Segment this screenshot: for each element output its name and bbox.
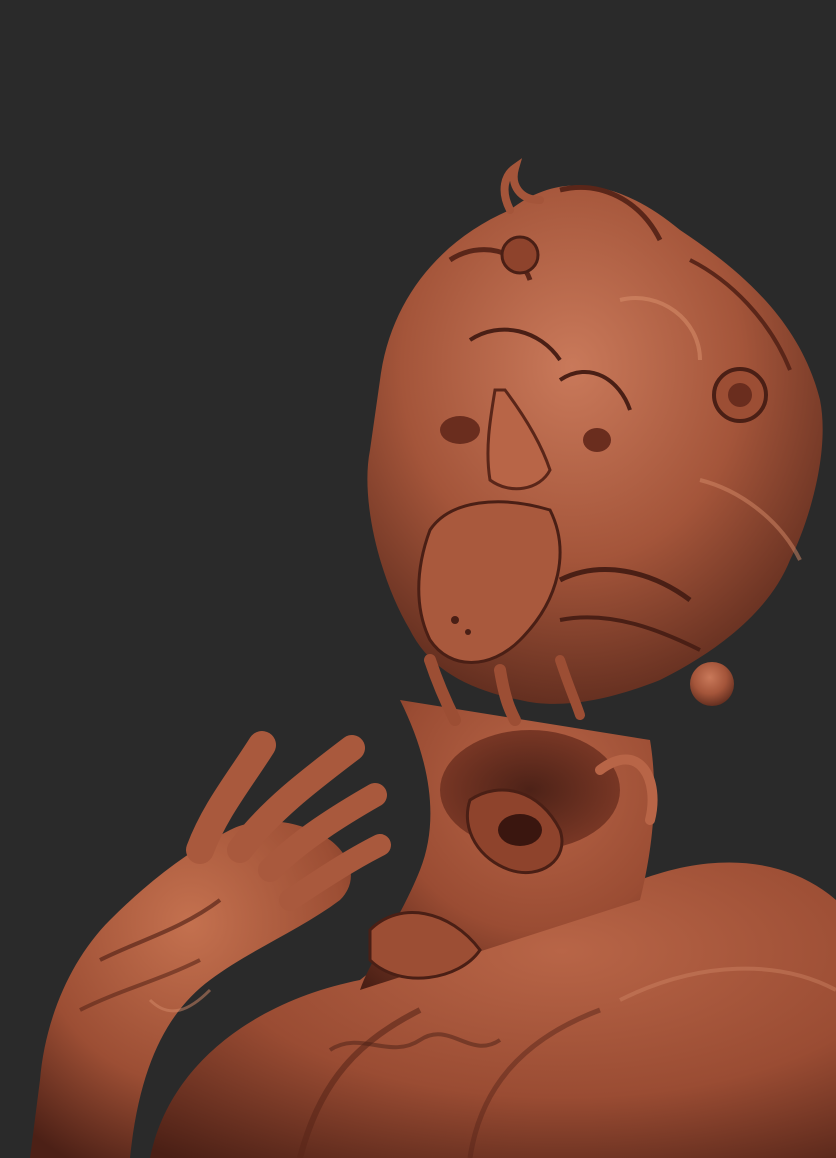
sculpt-viewport xyxy=(0,0,836,1158)
clay-sculpture-render xyxy=(0,0,836,1158)
